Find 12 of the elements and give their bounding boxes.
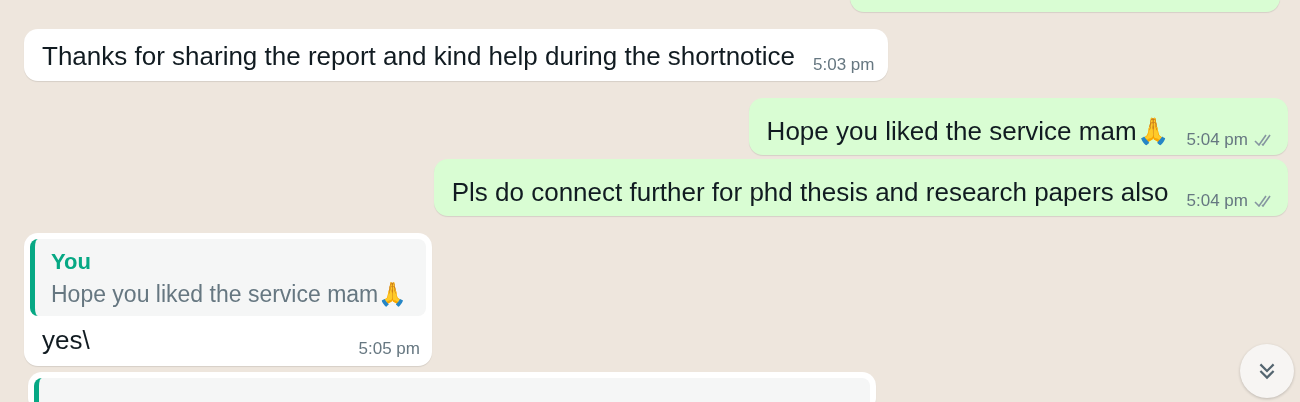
message-time: 5:04 pm: [1186, 130, 1248, 150]
message-text: Hope you liked the service mam🙏: [766, 115, 1169, 148]
quote-block[interactable]: You Hope you liked the service mam🙏: [30, 239, 426, 316]
message-time: 5:05 pm: [358, 339, 420, 359]
message-text: Pls do connect further for phd thesis and research papers also: [451, 176, 1169, 209]
message-text: Thanks for sharing the report and kind help during the shortnotice: [42, 40, 795, 73]
quote-author: You: [51, 249, 92, 275]
message-text: yes\: [42, 324, 90, 357]
quote-text: Hope you liked the service mam🙏: [51, 281, 409, 308]
message-time: 5:03 pm: [813, 55, 875, 75]
message-time: 5:04 pm: [1186, 191, 1248, 211]
scroll-down-button[interactable]: [1240, 344, 1294, 398]
